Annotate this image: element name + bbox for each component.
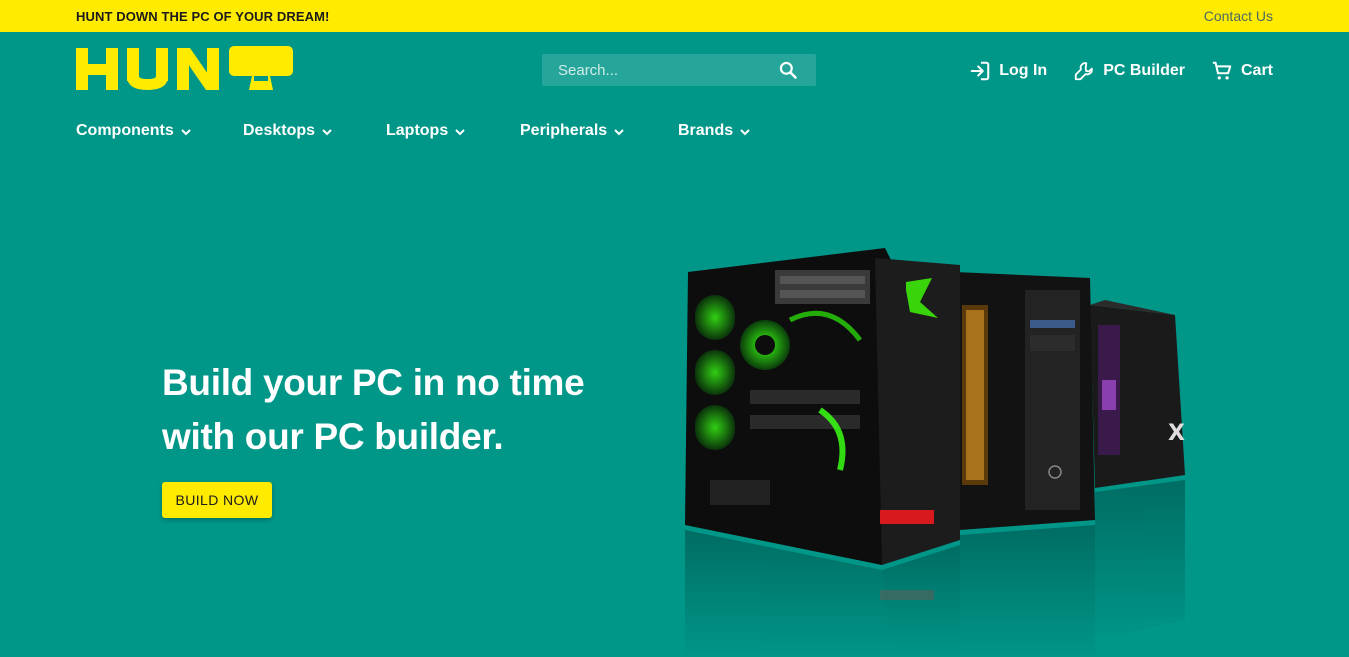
hero-title-line-1: Build your PC in no time <box>162 362 585 403</box>
nav-laptops-label: Laptops <box>386 122 449 139</box>
pc-builder-button[interactable]: PC Builder <box>1073 60 1185 82</box>
chevron-down-icon <box>740 129 750 136</box>
login-icon <box>970 61 990 81</box>
contact-us-link[interactable]: Contact Us <box>1204 8 1273 24</box>
header-actions: Log In PC Builder Cart <box>943 60 1273 82</box>
search-bar <box>542 54 816 86</box>
search-input[interactable] <box>542 54 782 86</box>
hero-title-line-2: with our PC builder. <box>162 416 504 457</box>
nav-desktops[interactable]: Desktops <box>243 122 333 140</box>
login-button[interactable]: Log In <box>969 60 1047 82</box>
chevron-down-icon <box>322 129 332 136</box>
chevron-down-icon <box>614 129 624 136</box>
pc-case-back: X <box>1090 300 1185 488</box>
nav-desktops-label: Desktops <box>243 122 316 139</box>
search-icon[interactable] <box>778 60 798 80</box>
login-label: Log In <box>999 62 1048 79</box>
nav-laptops[interactable]: Laptops <box>386 122 466 140</box>
nav-brands-label: Brands <box>678 122 734 139</box>
wrench-icon <box>1075 62 1093 81</box>
chevron-down-icon <box>181 129 191 136</box>
cart-button[interactable]: Cart <box>1211 60 1273 82</box>
top-announcement-bar: HUNT DOWN THE PC OF YOUR DREAM! Contact … <box>0 0 1349 32</box>
hero-title: Build your PC in no time with our PC bui… <box>162 356 632 464</box>
nav-components[interactable]: Components <box>76 122 192 140</box>
chevron-down-icon <box>455 129 465 136</box>
pc-case-front <box>685 248 960 565</box>
nav-components-label: Components <box>76 122 174 139</box>
pc-case-middle <box>955 272 1095 530</box>
cart-label: Cart <box>1240 62 1273 79</box>
build-now-button[interactable]: BUILD NOW <box>162 482 272 518</box>
cart-icon <box>1212 61 1232 80</box>
nav-peripherals-label: Peripherals <box>520 122 608 139</box>
nav-peripherals[interactable]: Peripherals <box>520 122 625 140</box>
gaming-pc-cases-image: X <box>685 248 1185 657</box>
promo-text: HUNT DOWN THE PC OF YOUR DREAM! <box>76 9 330 24</box>
hunt-logo[interactable] <box>76 46 294 92</box>
svg-text:X: X <box>1168 421 1185 446</box>
nav-brands[interactable]: Brands <box>678 122 751 140</box>
pc-builder-label: PC Builder <box>1103 62 1185 79</box>
